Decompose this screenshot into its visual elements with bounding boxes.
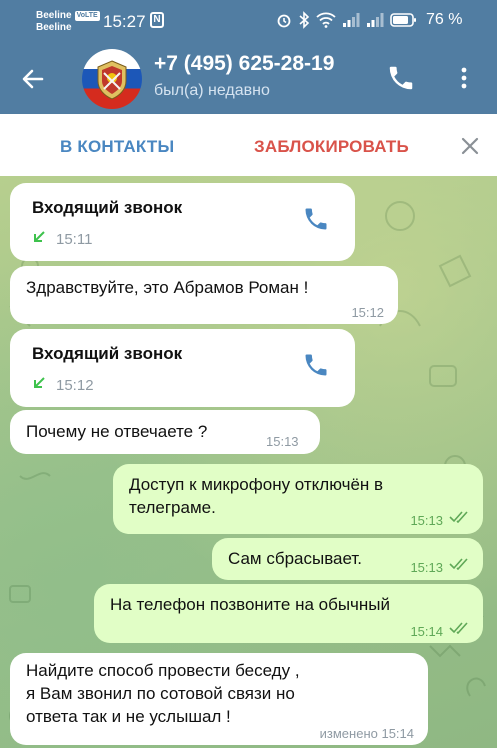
wifi-icon <box>316 12 336 28</box>
more-vertical-icon <box>461 67 467 89</box>
double-check-icon <box>449 511 468 523</box>
bluetooth-icon <box>299 11 310 29</box>
alarm-icon <box>277 14 291 28</box>
more-menu-button[interactable] <box>454 64 474 92</box>
message-text: На телефон позвоните на обычный <box>110 595 391 614</box>
message-time: 15:12 <box>351 305 384 320</box>
arrow-down-left-icon <box>34 377 45 388</box>
double-check-icon <box>449 622 468 634</box>
message-bubble[interactable]: Найдите способ провести беседу , я Вам з… <box>10 653 428 745</box>
arrow-left-icon <box>22 69 44 89</box>
status-icons: 76 % <box>276 11 462 29</box>
chat-header: +7 (495) 625-28-19 был(а) недавно <box>0 44 497 114</box>
call-button[interactable] <box>386 63 416 93</box>
phone-icon <box>389 66 413 90</box>
outgoing-message-bubble[interactable]: Сам сбрасывает. 15:13 <box>212 538 483 580</box>
message-text: Сам сбрасывает. <box>228 549 363 568</box>
arrow-down-left-icon <box>34 231 45 242</box>
call-message[interactable]: Входящий звонок 15:11 <box>10 183 355 261</box>
battery-icon <box>390 13 416 27</box>
carrier-info: Beeline VoLTE Beeline <box>36 10 100 34</box>
message-bubble[interactable]: Здравствуйте, это Абрамов Роман ! 15:12 <box>10 266 398 324</box>
message-time: 15:13 <box>266 434 299 449</box>
message-text: Найдите способ провести беседу , я Вам з… <box>26 661 300 726</box>
last-seen-status: был(а) недавно <box>154 82 270 99</box>
add-contact-button[interactable]: В КОНТАКТЫ <box>60 137 174 157</box>
battery-percent: 76 % <box>426 11 463 28</box>
outgoing-message-bubble[interactable]: На телефон позвоните на обычный 15:14 <box>94 584 483 643</box>
message-bubble[interactable]: Почему не отвечаете ? 15:13 <box>10 410 320 454</box>
carrier-name-1: Beeline <box>36 10 72 21</box>
volte-badge: VoLTE <box>74 11 100 21</box>
close-icon <box>461 137 479 155</box>
chat-title[interactable]: +7 (495) 625-28-19 <box>154 52 366 76</box>
message-text: Доступ к микрофону отключён в телеграме. <box>129 475 384 517</box>
close-action-bar-button[interactable] <box>458 134 482 158</box>
status-time: 15:27 <box>103 12 146 31</box>
message-text: Почему не отвечаете ? <box>26 422 208 441</box>
phone-icon[interactable] <box>302 351 330 379</box>
double-check-icon <box>449 558 468 570</box>
message-text: Здравствуйте, это Абрамов Роман ! <box>26 278 309 297</box>
signal-icon-2 <box>367 13 384 27</box>
call-title: Входящий звонок <box>32 344 183 363</box>
contact-action-bar: В КОНТАКТЫ ЗАБЛОКИРОВАТЬ <box>0 114 497 176</box>
call-time: 15:11 <box>56 231 93 248</box>
message-time: 15:13 <box>410 560 443 575</box>
status-bar: Beeline VoLTE Beeline 15:27 N 76 % <box>0 0 497 44</box>
phone-icon[interactable] <box>302 205 330 233</box>
chat-area[interactable]: Входящий звонок 15:11 Здравствуйте, это … <box>0 176 497 748</box>
back-button[interactable] <box>18 64 48 94</box>
carrier-name-2: Beeline <box>36 22 72 33</box>
outgoing-message-bubble[interactable]: Доступ к микрофону отключён в телеграме.… <box>113 464 483 534</box>
signal-icon <box>343 13 360 27</box>
block-user-button[interactable]: ЗАБЛОКИРОВАТЬ <box>254 137 409 157</box>
avatar[interactable] <box>82 49 142 109</box>
call-message[interactable]: Входящий звонок 15:12 <box>10 329 355 407</box>
message-time: 15:13 <box>410 513 443 528</box>
message-time: 15:14 <box>410 624 443 639</box>
call-title: Входящий звонок <box>32 198 183 217</box>
emblem-icon <box>97 60 127 100</box>
call-time: 15:12 <box>56 377 94 394</box>
notification-icon: N <box>150 12 164 28</box>
message-time-edited: изменено 15:14 <box>319 726 414 741</box>
